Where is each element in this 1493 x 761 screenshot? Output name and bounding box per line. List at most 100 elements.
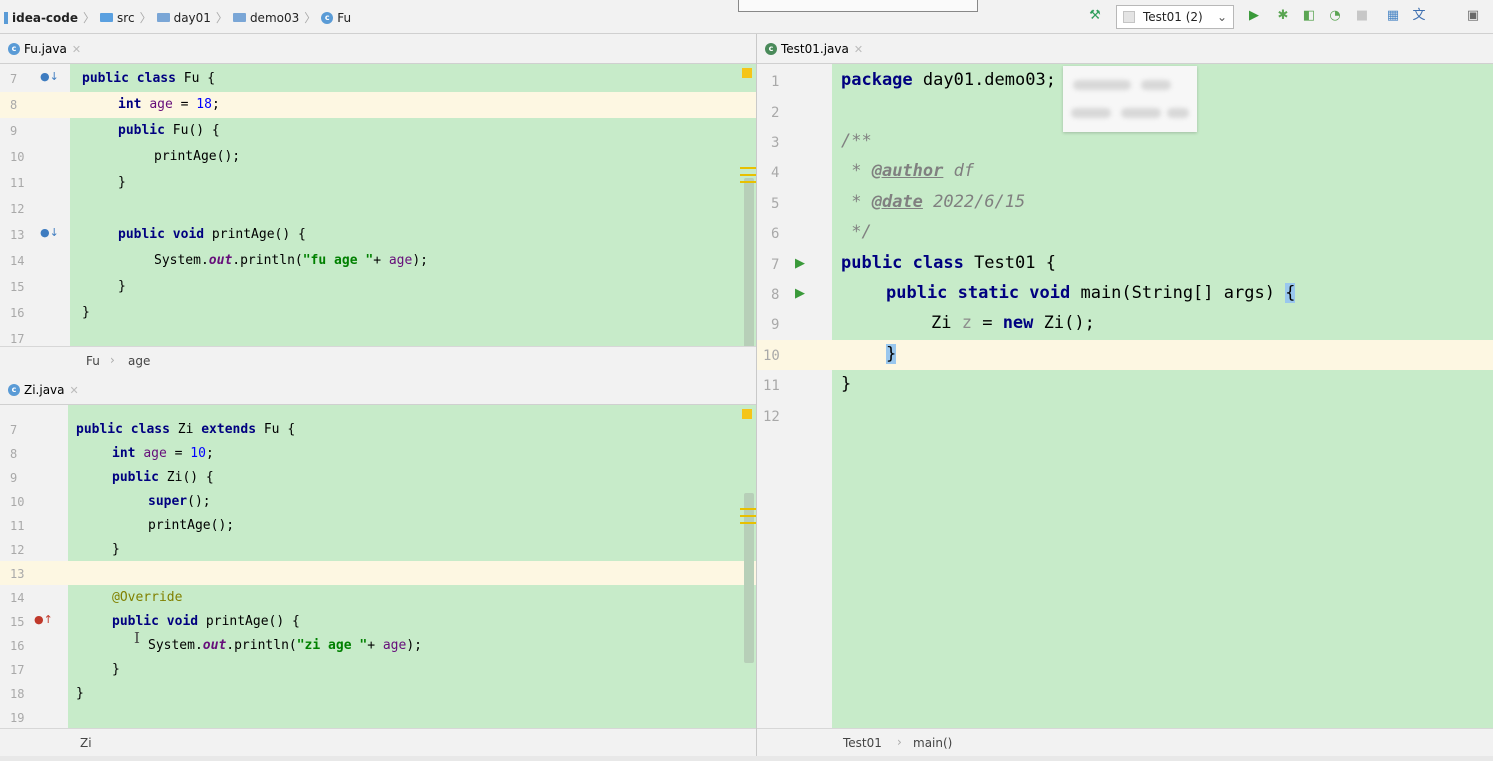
error-stripe bbox=[740, 167, 756, 169]
line-number: 9 bbox=[771, 317, 780, 333]
code-text: ); bbox=[412, 253, 428, 268]
line-number: 9 bbox=[10, 471, 18, 485]
floating-toolbar bbox=[738, 0, 978, 12]
run-gutter-icon[interactable]: ▶ bbox=[795, 286, 805, 301]
static-field: out bbox=[202, 638, 227, 653]
line-number: 16 bbox=[10, 306, 25, 320]
debug-icon[interactable]: ✱ bbox=[1276, 8, 1290, 24]
run-icon[interactable]: ▶ bbox=[1247, 8, 1261, 24]
breadcrumb-project[interactable]: idea-code bbox=[12, 11, 78, 25]
class-icon: c bbox=[321, 11, 334, 24]
line-number: 12 bbox=[10, 543, 25, 557]
breadcrumb-fu[interactable]: Fu bbox=[337, 11, 351, 25]
line-number: 2 bbox=[771, 105, 780, 121]
breadcrumb: idea-code 〉 src 〉 day01 〉 demo03 〉 c Fu bbox=[4, 9, 351, 26]
tab-fu-java[interactable]: c Fu.java ✕ bbox=[8, 42, 81, 56]
error-stripe bbox=[740, 515, 756, 517]
code-text: ; bbox=[211, 97, 220, 112]
close-icon[interactable]: ✕ bbox=[72, 43, 81, 56]
keyword: public class bbox=[841, 253, 964, 273]
line-number: 17 bbox=[10, 663, 25, 677]
keyword: public static void bbox=[886, 283, 1071, 303]
chevron-right-icon: 〉 bbox=[304, 11, 317, 25]
line-number: 14 bbox=[10, 254, 25, 268]
profile-icon[interactable]: ◔ bbox=[1328, 8, 1342, 24]
ide-window: idea-code 〉 src 〉 day01 〉 demo03 〉 c Fu … bbox=[0, 0, 1493, 761]
scrollbar[interactable] bbox=[744, 178, 754, 346]
test-editor[interactable]: 1 2 3 4 5 6 7 8 9 10 11 12 ▶ ▶ package d… bbox=[757, 64, 1493, 728]
code-text: Zi bbox=[931, 313, 962, 333]
line-number: 16 bbox=[10, 639, 25, 653]
comment: /** bbox=[841, 131, 872, 151]
close-icon[interactable]: ✕ bbox=[70, 384, 79, 397]
code-text: 2022/6/15 bbox=[922, 192, 1026, 212]
code-text: Zi bbox=[169, 422, 202, 437]
zi-editor[interactable]: 7 8 9 10 11 12 13 14 15 16 17 18 19 ●↑ p… bbox=[0, 405, 756, 728]
fu-breadcrumb-bar: Fu › age bbox=[0, 346, 756, 374]
translate-icon[interactable]: 文 bbox=[1412, 8, 1426, 24]
stop-icon[interactable]: ■ bbox=[1355, 8, 1369, 24]
crumb-class[interactable]: Zi bbox=[80, 736, 92, 750]
keyword: public bbox=[112, 470, 159, 485]
keyword: public void bbox=[118, 227, 205, 242]
run-gutter-icon[interactable]: ▶ bbox=[795, 256, 805, 271]
code-line: public class Test01 { bbox=[841, 253, 1056, 273]
breadcrumb-src[interactable]: src bbox=[117, 11, 135, 25]
code-text: day01.demo03; bbox=[912, 70, 1056, 90]
matched-brace: } bbox=[886, 344, 897, 364]
crumb-field[interactable]: age bbox=[128, 354, 150, 368]
code-line: int age = 10; bbox=[112, 446, 214, 461]
scrollbar[interactable] bbox=[744, 493, 754, 663]
close-icon[interactable]: ✕ bbox=[854, 43, 863, 56]
code-line: } bbox=[118, 175, 126, 190]
crumb-class[interactable]: Fu bbox=[86, 354, 100, 368]
line-number: 6 bbox=[771, 226, 780, 242]
code-text: .println( bbox=[226, 638, 297, 653]
breadcrumb-demo03[interactable]: demo03 bbox=[250, 11, 299, 25]
crumb-method[interactable]: main() bbox=[913, 736, 952, 750]
keyword: public class bbox=[82, 71, 176, 86]
chevron-right-icon: › bbox=[110, 353, 115, 367]
terminal-icon[interactable]: ▣ bbox=[1466, 8, 1480, 24]
run-config-label: Test01 (2) bbox=[1143, 10, 1203, 24]
current-line-highlight bbox=[0, 92, 756, 118]
annotation: @Override bbox=[112, 590, 183, 605]
tab-test01-java[interactable]: c Test01.java ✕ bbox=[765, 42, 863, 56]
zi-breadcrumb-bar: Zi bbox=[0, 728, 756, 756]
overrides-icon[interactable]: ●↑ bbox=[34, 613, 53, 626]
string-literal: "zi age " bbox=[296, 638, 368, 653]
field-name: age bbox=[382, 638, 407, 653]
code-line: package day01.demo03; bbox=[841, 70, 1056, 90]
current-line-highlight bbox=[0, 561, 756, 585]
class-icon: c bbox=[765, 43, 777, 55]
code-text: printAge() { bbox=[198, 614, 300, 629]
crumb-class[interactable]: Test01 bbox=[843, 736, 882, 750]
code-text: ; bbox=[205, 446, 214, 461]
code-text: main(String[] args) bbox=[1070, 283, 1286, 303]
implemented-icon[interactable]: ●↓ bbox=[40, 226, 59, 239]
keyword: super bbox=[148, 494, 188, 509]
build-hammer-icon[interactable]: ⚒ bbox=[1088, 8, 1102, 24]
code-line: public Fu() { bbox=[118, 123, 220, 138]
breadcrumb-day01[interactable]: day01 bbox=[174, 11, 211, 25]
run-config-select[interactable]: Test01 (2) ⌄ bbox=[1116, 5, 1234, 29]
line-number: 3 bbox=[771, 135, 780, 151]
line-number: 5 bbox=[771, 196, 780, 212]
project-structure-icon[interactable]: ▦ bbox=[1386, 8, 1400, 24]
coverage-icon[interactable]: ◧ bbox=[1302, 8, 1316, 24]
folder-icon bbox=[156, 13, 170, 22]
code-text: Fu { bbox=[256, 422, 296, 437]
code-text: .println( bbox=[232, 253, 303, 268]
code-line: } bbox=[112, 542, 120, 557]
fu-editor[interactable]: 7 8 9 10 11 12 13 14 15 16 17 ●↓ ●↓ publ… bbox=[0, 64, 756, 346]
code-line: } bbox=[118, 279, 126, 294]
tab-zi-java[interactable]: c Zi.java ✕ bbox=[8, 383, 79, 397]
implemented-icon[interactable]: ●↓ bbox=[40, 70, 59, 83]
code-line: super(); bbox=[148, 494, 211, 509]
code-text: = bbox=[172, 97, 197, 112]
code-line: } bbox=[82, 305, 90, 320]
class-icon: c bbox=[8, 384, 20, 396]
error-stripe bbox=[740, 174, 756, 176]
code-line: public void printAge() { bbox=[118, 227, 306, 242]
code-line: } bbox=[841, 374, 852, 394]
